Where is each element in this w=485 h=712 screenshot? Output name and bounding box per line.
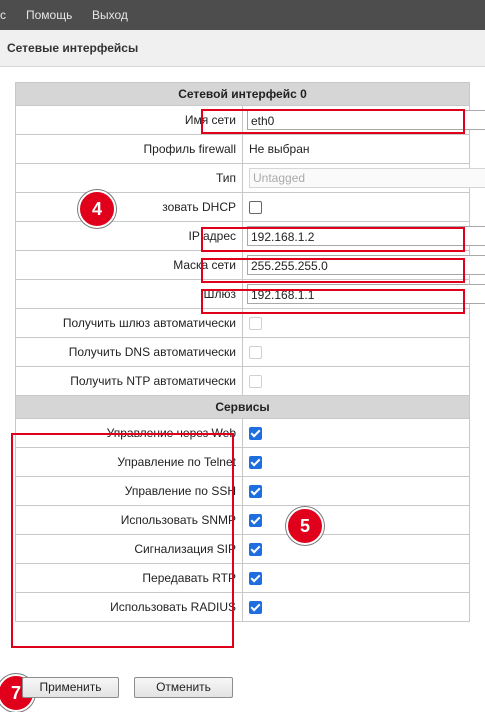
auto-dns-label: Получить DNS автоматически — [15, 337, 243, 367]
cancel-button[interactable]: Отменить — [134, 677, 233, 698]
auto-gateway-checkbox[interactable] — [249, 317, 262, 331]
type-select-value: Untagged — [253, 171, 306, 185]
highlight-ip-address — [201, 227, 465, 252]
highlight-netmask — [201, 258, 465, 283]
page-header: Сетевые интерфейсы — [0, 30, 485, 67]
service-rtp-checkbox[interactable] — [249, 572, 262, 586]
menu-item-help[interactable]: Помощь — [26, 0, 72, 30]
services-section-header: Сервисы — [15, 395, 470, 419]
firewall-profile-label: Профиль firewall — [15, 134, 243, 164]
step-badge-4: 4 — [78, 190, 116, 228]
interface-section-header: Сетевой интерфейс 0 — [15, 82, 470, 106]
menu-item-truncated[interactable]: с — [0, 0, 6, 30]
menu-item-exit[interactable]: Выход — [92, 0, 128, 30]
service-radius-checkbox[interactable] — [249, 601, 262, 615]
step-badge-5: 5 — [286, 507, 324, 545]
top-menu-bar: с Помощь Выход — [0, 0, 485, 30]
highlight-services — [11, 433, 234, 648]
page-title: Сетевые интерфейсы — [7, 41, 139, 55]
service-telnet-checkbox[interactable] — [249, 456, 262, 470]
type-select[interactable]: Untagged▼ — [249, 168, 485, 188]
dhcp-checkbox[interactable] — [249, 201, 262, 215]
firewall-profile-value: Не выбран — [242, 134, 470, 164]
dhcp-label: зовать DHCP — [15, 192, 243, 222]
type-label: Тип — [15, 163, 243, 193]
service-sip-checkbox[interactable] — [249, 543, 262, 557]
highlight-network-name — [201, 109, 465, 134]
service-ssh-checkbox[interactable] — [249, 485, 262, 499]
auto-ntp-label: Получить NTP автоматически — [15, 366, 243, 396]
auto-ntp-checkbox[interactable] — [249, 375, 262, 389]
service-web-checkbox[interactable] — [249, 427, 262, 441]
service-snmp-checkbox[interactable] — [249, 514, 262, 528]
highlight-gateway — [201, 289, 465, 314]
auto-dns-checkbox[interactable] — [249, 346, 262, 360]
apply-button[interactable]: Применить — [22, 677, 119, 698]
